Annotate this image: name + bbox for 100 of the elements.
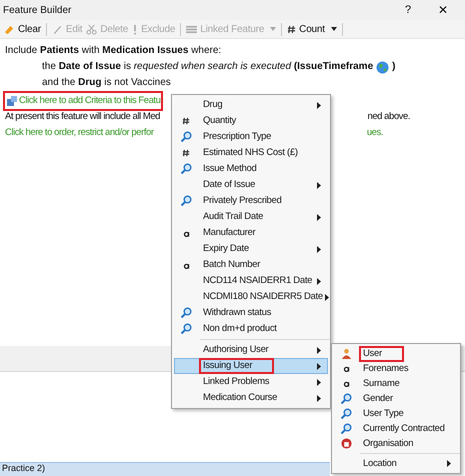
menu-item-label: NCDMI180 NSAIDERR5 Date — [202, 291, 324, 303]
menu-item[interactable]: Issuing User — [174, 358, 328, 374]
exclamation-icon — [132, 24, 138, 34]
menu-item-label: Authorising User — [202, 344, 270, 356]
menu-item-label: User Type — [362, 408, 404, 420]
person-icon — [340, 348, 352, 359]
menu-item[interactable]: Authorising User — [174, 342, 328, 358]
submenu-arrow-icon — [317, 362, 321, 370]
submenu-arrow-icon — [317, 346, 321, 354]
search-icon — [340, 392, 352, 404]
menu-item-label: Organisation — [362, 438, 414, 450]
submenu-arrow-icon — [317, 378, 321, 386]
caret-icon — [270, 27, 276, 31]
menu-item[interactable]: Medication Course — [174, 390, 328, 406]
submenu-arrow-icon — [317, 394, 321, 402]
search-icon — [180, 163, 192, 175]
menu-item-label: User — [361, 348, 402, 360]
order-link[interactable]: Click here to order, restrict and/or perfor — [5, 125, 154, 141]
hash-icon — [182, 149, 190, 157]
scissors-icon — [86, 24, 98, 34]
menu-item[interactable]: Organisation — [334, 436, 458, 451]
menu-item[interactable]: Surname — [334, 376, 458, 391]
menu-item[interactable]: Date of Issue — [174, 177, 328, 193]
menu-item[interactable]: NCDMI180 NSAIDERR5 Date — [174, 289, 328, 305]
status-text: Practice 2) — [2, 463, 46, 474]
menu-item[interactable]: User — [334, 346, 458, 361]
menu-item[interactable]: Currently Contracted — [334, 421, 458, 436]
menu-item-label: Forenames — [362, 362, 410, 374]
menu-item[interactable]: Non dm+d product — [174, 321, 328, 337]
window-title: Feature Builder — [3, 4, 72, 18]
help-button[interactable]: ? — [398, 2, 418, 18]
menu-item[interactable]: NCD114 NSAIDERR1 Date — [174, 273, 328, 289]
menu-item-label: Drug — [202, 99, 224, 111]
submenu-arrow-icon — [317, 246, 321, 252]
menu-item[interactable]: Privately Prescribed — [174, 193, 328, 209]
letter-a-icon — [182, 230, 190, 236]
menu-item[interactable]: Linked Problems — [174, 374, 328, 390]
menu-item[interactable]: Estimated NHS Cost (£) — [174, 145, 328, 161]
menu-item[interactable]: Gender — [334, 391, 458, 406]
info-text: At present this feature will include all Med — [5, 110, 160, 124]
submenu-arrow-icon — [317, 102, 321, 108]
menu-item[interactable]: Withdrawn status — [174, 305, 328, 321]
criteria-text: and the Drug is not Vaccines — [42, 77, 171, 88]
menu-item[interactable]: Manufacturer — [174, 225, 328, 241]
menu-item-label: Date of Issue — [202, 179, 256, 191]
hash-icon — [287, 24, 296, 34]
submenu-arrow-icon — [447, 460, 451, 467]
add-criteria-icon — [7, 96, 17, 106]
letter-a-icon — [342, 380, 350, 387]
menu-item-label: Linked Problems — [202, 376, 270, 388]
menu-item-label: Non dm+d product — [202, 323, 278, 335]
menu-item-label: NCD114 NSAIDERR1 Date — [202, 275, 314, 287]
menu-item-label: Quantity — [202, 115, 238, 127]
submenu-arrow-icon — [317, 214, 321, 220]
menu-item[interactable]: Batch Number — [174, 257, 328, 273]
submenu-arrow-icon — [324, 294, 329, 300]
search-icon — [340, 408, 352, 420]
toolbar-button[interactable]: Clear — [2, 22, 43, 36]
menu-item-label: Withdrawn status — [202, 307, 272, 319]
list-icon — [186, 24, 198, 34]
letter-a-icon — [182, 262, 190, 268]
caret-icon — [330, 27, 337, 31]
close-button[interactable]: ✕ — [432, 1, 454, 19]
order-link[interactable]: ues. — [366, 125, 383, 141]
menu-item[interactable]: Expiry Date — [174, 241, 328, 257]
menu-item-label: Privately Prescribed — [202, 195, 282, 207]
submenu-arrow-icon — [317, 278, 321, 284]
menu-item[interactable]: Prescription Type — [174, 129, 328, 145]
menu-item-label: Currently Contracted — [362, 422, 446, 434]
add-criteria-link[interactable]: Click here to add Criteria to this Featu — [5, 93, 162, 109]
menu-item-label: Surname — [362, 378, 400, 390]
menu-item[interactable]: User Type — [334, 406, 458, 421]
letter-a-icon — [342, 365, 350, 372]
menu-item-label: Estimated NHS Cost (£) — [202, 147, 299, 159]
menu-item-label: Location — [362, 458, 398, 470]
menu-item-label: Batch Number — [202, 259, 262, 271]
menu-item[interactable]: Drug — [174, 97, 328, 113]
menu-item-label: Audit Trail Date — [202, 211, 264, 223]
menu-item-label: Expiry Date — [202, 243, 250, 255]
criteria-text: ) — [392, 60, 396, 74]
hash-icon — [182, 117, 190, 125]
globe-icon — [376, 60, 390, 74]
submenu-arrow-icon — [317, 182, 321, 188]
menu-item[interactable]: Quantity — [174, 113, 328, 129]
info-text: ned above. — [367, 110, 410, 124]
menu-item[interactable]: Forenames — [334, 361, 458, 376]
menu-item-label: Issue Method — [202, 163, 258, 175]
menu-item-label: Manufacturer — [202, 227, 256, 239]
menu-item-label: Prescription Type — [202, 131, 272, 143]
eraser-icon — [4, 24, 15, 34]
menu-item-label: Medication Course — [202, 392, 278, 404]
menu-item[interactable]: Audit Trail Date — [174, 209, 328, 225]
search-icon — [340, 422, 352, 434]
menu-item[interactable]: Issue Method — [174, 161, 328, 177]
toolbar-button[interactable]: Count — [285, 22, 339, 36]
criteria-text: the Date of Issue is requested when search is executed (IssueTimeframe — [42, 60, 374, 74]
pencil-icon — [52, 24, 63, 34]
search-icon — [180, 323, 192, 335]
menu-item[interactable]: Location — [334, 456, 458, 471]
menu-item-label: Gender — [362, 392, 394, 404]
